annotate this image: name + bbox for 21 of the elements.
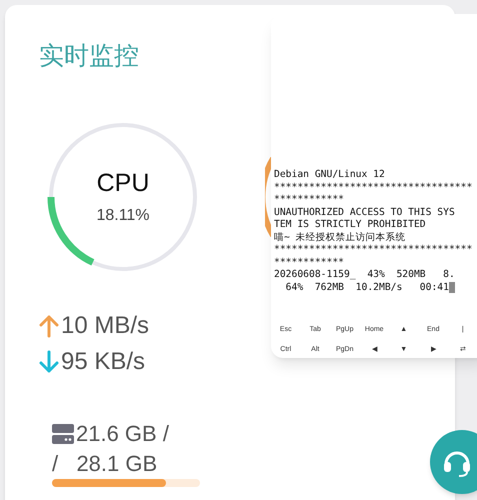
terminal-line: ************ xyxy=(274,194,344,206)
terminal-line: ********************************** xyxy=(274,244,472,256)
terminal-line: 喵~ 未经授权禁止访问本系统 xyxy=(274,232,406,244)
upload-speed: 10 MB/s xyxy=(61,311,150,341)
terminal-line: Debian GNU/Linux 12 xyxy=(274,169,385,182)
terminal-line: UNAUTHORIZED ACCESS TO THIS SYS xyxy=(274,206,455,219)
terminal-line: TEM IS STRICTLY PROHIBITED xyxy=(274,219,426,232)
download-speed: 95 KB/s xyxy=(61,347,146,377)
terminal-line: 64% 762MB 10.2MB/s 00:41 xyxy=(274,282,455,294)
up-arrow-icon xyxy=(39,314,59,338)
card-title: 实时监控 xyxy=(39,40,139,72)
down-arrow-icon xyxy=(39,350,59,374)
gauge-label: CPU xyxy=(96,168,150,198)
gauge-reading: 18.11% xyxy=(96,206,150,226)
disk-used: 21.6 GB / xyxy=(76,420,169,448)
terminal-line: ************ xyxy=(274,256,344,269)
terminal-line: ********************************** xyxy=(274,182,472,194)
disk-total: / 28.1 GB xyxy=(52,450,158,478)
disk-icon xyxy=(52,424,74,444)
terminal-cursor xyxy=(448,282,455,292)
terminal-line: 20260608-1159_ 43% 520MB 8. xyxy=(274,269,455,282)
